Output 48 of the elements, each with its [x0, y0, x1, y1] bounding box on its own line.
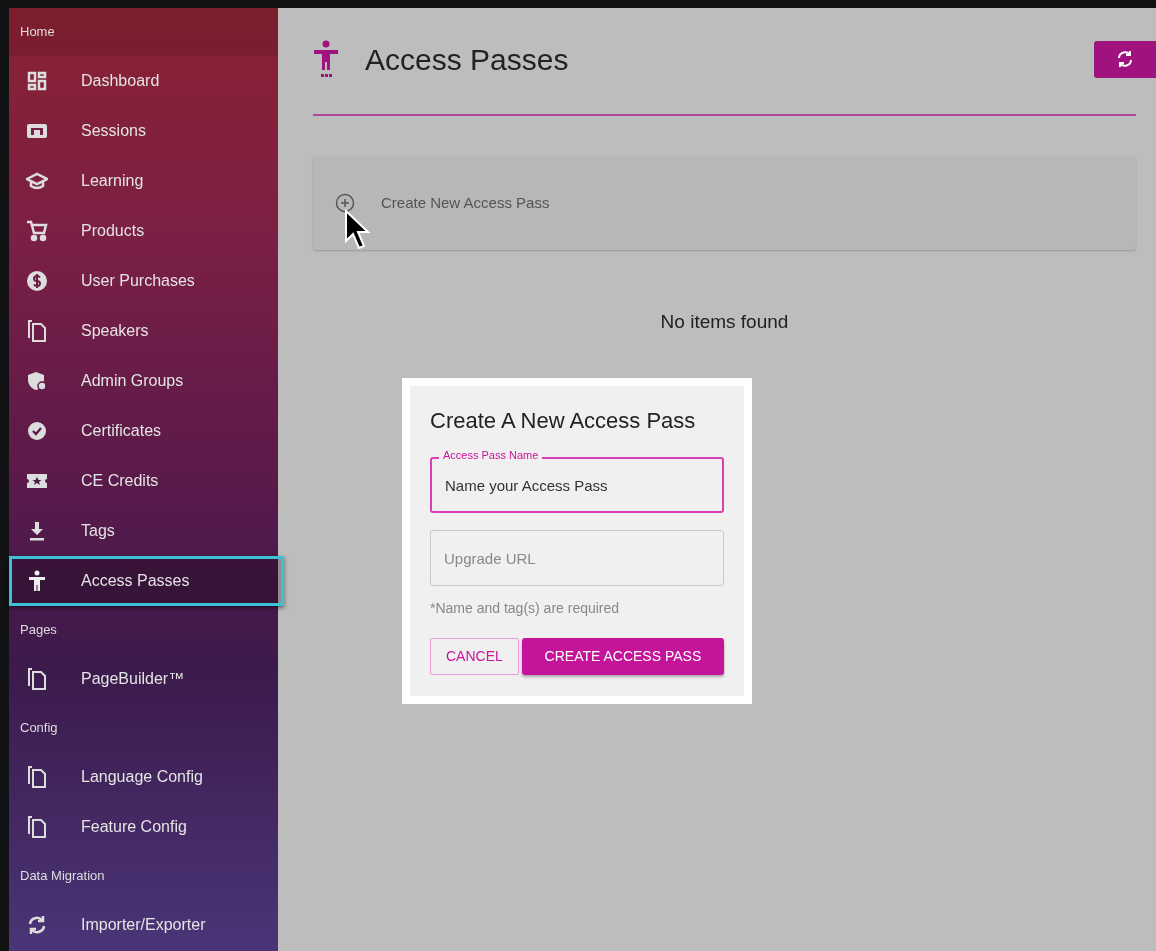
sidebar-item[interactable]: Access Passes: [9, 556, 284, 606]
sidebar-item[interactable]: Importer/Exporter: [9, 900, 278, 950]
section-header: Data Migration: [20, 867, 105, 886]
dashboard-icon: [27, 71, 47, 91]
sidebar-item[interactable]: Feature Config: [9, 802, 278, 852]
cancel-button[interactable]: CANCEL: [430, 638, 519, 675]
dialog-title: Create A New Access Pass: [430, 407, 697, 435]
shopping-cart-icon: [26, 220, 48, 242]
sidebar-item[interactable]: Admin Groups: [9, 356, 278, 406]
create-button[interactable]: CREATE ACCESS PASS: [521, 638, 724, 675]
create-card[interactable]: Create New Access Pass: [313, 156, 1136, 250]
download-icon: [28, 521, 46, 541]
field-label: Access Pass Name: [439, 448, 543, 462]
shield-icon: [27, 371, 47, 391]
copy-icon: [27, 667, 47, 691]
sidebar-item[interactable]: Language Config: [9, 752, 278, 802]
check-badge-icon: [27, 421, 47, 441]
empty-message: No items found: [660, 310, 789, 334]
dollar-circle-icon: [27, 271, 47, 291]
screen-icon: [26, 123, 48, 139]
hint-text: *Name and tag(s) are required: [430, 599, 621, 618]
add-circle-icon: [335, 193, 355, 213]
sidebar-item[interactable]: Sessions: [9, 106, 278, 156]
sidebar-item[interactable]: Speakers: [9, 306, 278, 356]
sidebar-item[interactable]: User Purchases: [9, 256, 278, 306]
page-title: Access Passes: [365, 41, 569, 78]
copy-icon: [27, 765, 47, 789]
sidebar-item[interactable]: PageBuilder™: [9, 654, 278, 704]
create-label: Create New Access Pass: [381, 192, 550, 213]
refresh-icon: [1116, 50, 1134, 68]
sync-icon: [27, 915, 47, 935]
sidebar-item[interactable]: CE Credits: [9, 456, 278, 506]
sidebar-item[interactable]: Certificates: [9, 406, 278, 456]
sidebar-item[interactable]: Learning: [9, 156, 278, 206]
ticket-icon: [26, 472, 48, 490]
person-icon: [28, 570, 46, 592]
graduation-cap-icon: [26, 172, 48, 190]
copy-icon: [27, 815, 47, 839]
sidebar-item[interactable]: Products: [9, 206, 278, 256]
refresh-button[interactable]: [1094, 40, 1156, 78]
section-header: Home: [20, 23, 55, 42]
sidebar-item[interactable]: Dashboard: [9, 56, 278, 106]
accessibility-icon: [313, 40, 339, 78]
copy-icon: [27, 319, 47, 343]
section-header: Config: [20, 719, 58, 738]
text-field[interactable]: Upgrade URL: [430, 530, 724, 586]
sidebar-item[interactable]: Tags: [9, 506, 278, 556]
section-header: Pages: [20, 621, 57, 640]
